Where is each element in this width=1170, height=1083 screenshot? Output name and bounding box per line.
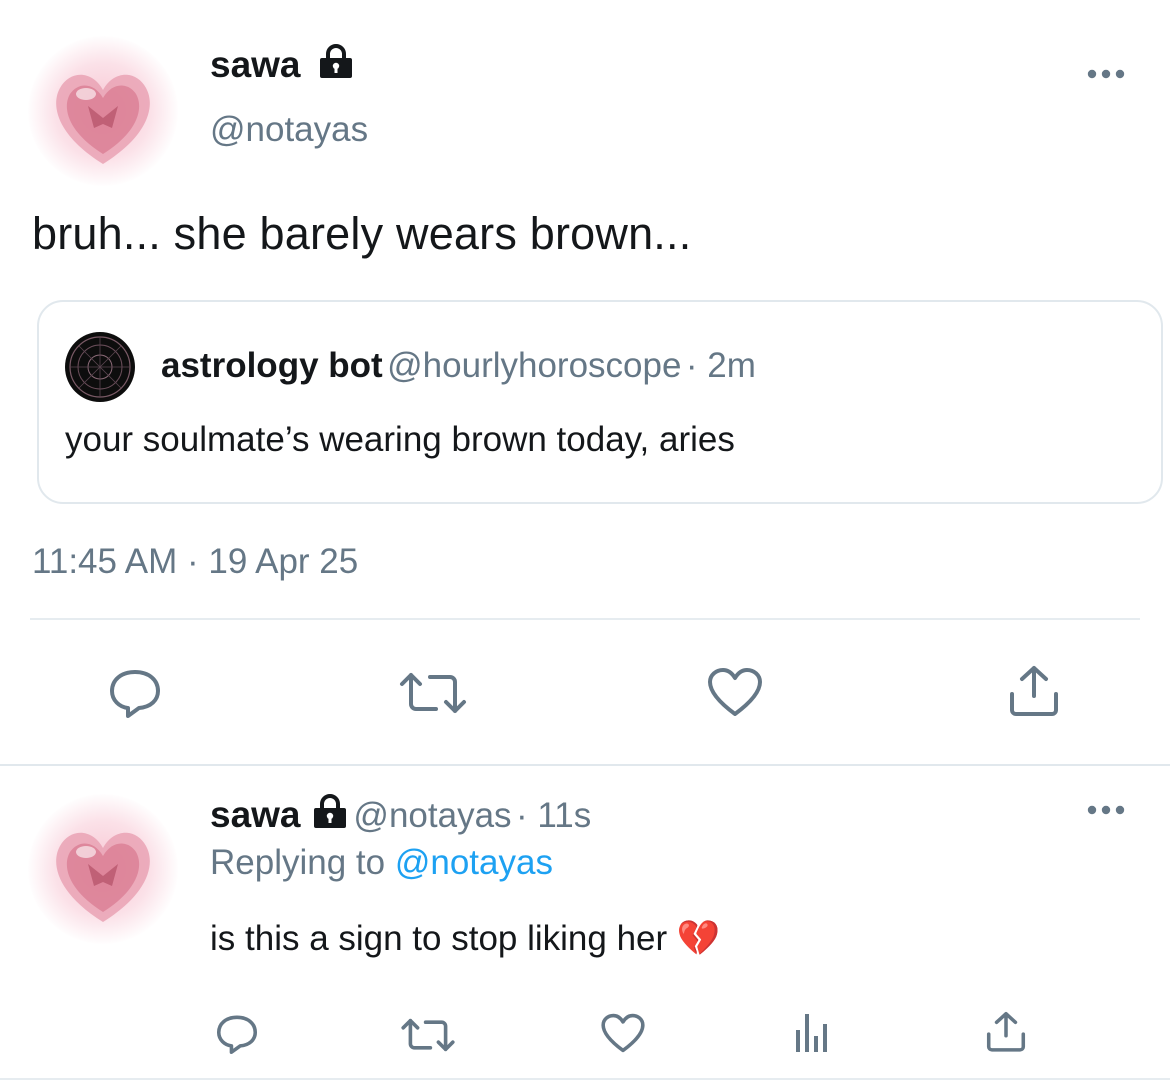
quoted-author-handle[interactable]: @hourlyhoroscope xyxy=(387,346,681,385)
quoted-text: your soulmate’s wearing brown today, ari… xyxy=(65,420,735,459)
reply-icon xyxy=(216,1015,258,1055)
author-handle[interactable]: @notayas xyxy=(210,110,368,150)
like-button[interactable] xyxy=(600,1012,646,1054)
divider xyxy=(30,618,1140,620)
retweet-button[interactable] xyxy=(400,1016,456,1054)
quoted-tweet-card[interactable]: astrology bot @hourlyhoroscope · 2m your… xyxy=(37,300,1163,504)
reply-author-name[interactable]: sawa xyxy=(210,794,301,835)
author-name[interactable]: sawa xyxy=(210,44,355,89)
replying-to-handle-link[interactable]: @notayas xyxy=(395,843,553,882)
retweet-icon xyxy=(400,673,466,713)
share-icon xyxy=(1010,666,1058,716)
analytics-icon xyxy=(796,1014,827,1052)
more-icon[interactable] xyxy=(1086,66,1126,87)
bottom-divider xyxy=(0,1078,1170,1080)
reply-button[interactable] xyxy=(214,1012,260,1056)
share-icon xyxy=(986,1011,1026,1052)
tweet-timestamp[interactable]: 11:45 AM · 19 Apr 25 xyxy=(32,542,358,582)
share-button[interactable] xyxy=(984,1008,1028,1054)
heart-avatar-icon xyxy=(56,832,150,922)
reply-author-handle[interactable]: @notayas xyxy=(353,796,511,835)
heart-avatar-icon xyxy=(56,74,150,164)
lock-icon xyxy=(311,794,349,835)
reply-text: is this a sign to stop liking her 💔 xyxy=(210,919,721,958)
like-icon xyxy=(601,1013,645,1053)
analytics-button[interactable] xyxy=(792,1010,832,1056)
author-name-text[interactable]: sawa xyxy=(210,44,301,85)
tweet-text: bruh... she barely wears brown... xyxy=(32,208,692,259)
reply-time: · 11s xyxy=(516,796,592,835)
lock-icon xyxy=(317,44,355,89)
quoted-header: astrology bot @hourlyhoroscope · 2m xyxy=(161,346,756,386)
retweet-icon xyxy=(401,1018,455,1052)
quoted-time: · 2m xyxy=(685,346,756,385)
section-divider xyxy=(0,764,1170,766)
quoted-author-name[interactable]: astrology bot xyxy=(161,346,383,385)
more-icon[interactable] xyxy=(1086,802,1126,823)
like-icon xyxy=(708,668,762,716)
like-button[interactable] xyxy=(706,666,764,718)
reply-icon xyxy=(110,670,160,718)
share-button[interactable] xyxy=(1006,662,1062,718)
reply-button[interactable] xyxy=(106,666,164,720)
replying-to-label: Replying to xyxy=(210,843,395,882)
reply-avatar[interactable] xyxy=(28,794,178,944)
zodiac-wheel-icon xyxy=(69,336,131,398)
quoted-avatar[interactable] xyxy=(65,332,135,402)
replying-to: Replying to @notayas xyxy=(210,843,553,883)
reply-header: sawa @notayas · 11s xyxy=(210,794,591,836)
retweet-button[interactable] xyxy=(398,670,468,716)
main-avatar[interactable] xyxy=(28,36,178,186)
